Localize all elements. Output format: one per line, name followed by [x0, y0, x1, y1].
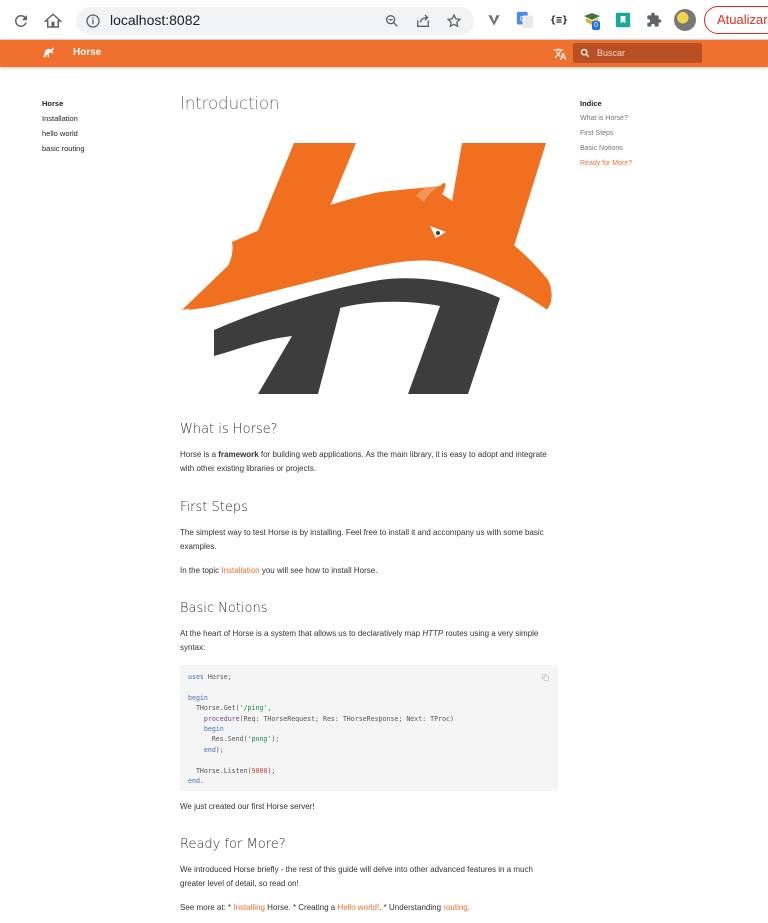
code-line-end: end. [188, 776, 550, 786]
bookmark-extension-icon[interactable] [613, 10, 633, 30]
code-line-listen: THorse.Listen(9000); [188, 766, 550, 776]
hello-world-link[interactable]: Hello world! [337, 903, 379, 912]
code-get-path: '/ping' [239, 704, 268, 713]
code-line-blank-2 [188, 755, 550, 765]
code-block: uses Horse; begin THorse.Get('/ping', pr… [180, 665, 558, 791]
nav-item-hello-world[interactable]: hello world [42, 126, 85, 141]
share-icon[interactable] [415, 13, 431, 29]
code-line-inner-begin: begin [188, 724, 550, 734]
after-code-paragraph: We just created our first Horse server! [180, 802, 315, 811]
see-more-mid-2: . * Understanding [379, 903, 444, 912]
nav-item-installation[interactable]: Installation [42, 111, 85, 126]
what-text-before: Horse is a [180, 450, 219, 459]
page-title: Introduction [180, 94, 280, 114]
star-icon[interactable] [446, 13, 462, 29]
code-uses-kw: uses [188, 673, 204, 681]
first-p2-after: you will see how to install Horse. [259, 566, 378, 575]
puzzle-icon[interactable] [644, 10, 664, 30]
first-steps-paragraph-2: In the topic Installation you will see h… [180, 564, 560, 578]
toc-item-ready-for-more[interactable]: Ready for More? [580, 156, 632, 171]
code-inner-end: end [188, 745, 216, 754]
brand-title[interactable]: Horse [73, 47, 101, 58]
search-placeholder: Buscar [597, 48, 626, 58]
browser-toolbar: localhost:8082 G {≡} 0 Atualizar [0, 0, 768, 40]
code-end: end. [188, 776, 204, 785]
url-text: localhost:8082 [110, 12, 201, 28]
reload-icon[interactable] [10, 10, 32, 32]
code-send-end: ); [271, 735, 280, 744]
first-steps-paragraph-1: The simplest way to test Horse is by ins… [180, 528, 544, 551]
heading-ready-for-more: Ready for More? [180, 837, 286, 852]
vivaldi-extension-icon[interactable] [484, 10, 504, 30]
info-icon[interactable] [85, 13, 101, 29]
first-p2-before: In the topic [180, 566, 222, 575]
code-inner-end-rest: ); [215, 745, 224, 754]
code-inner-begin: begin [188, 724, 224, 733]
search-input[interactable]: Buscar [573, 43, 702, 63]
translate-icon[interactable] [553, 47, 567, 61]
code-line-begin: begin [188, 693, 550, 703]
installation-link[interactable]: Installation [221, 566, 259, 575]
table-of-contents: Indice What is Horse? First Steps Basic … [580, 96, 632, 171]
extension-badge: 0 [592, 21, 600, 30]
installing-link[interactable]: Installing [233, 903, 265, 912]
heading-first-steps: First Steps [180, 500, 248, 515]
ready-paragraph-1: We introduced Horse briefly - the rest o… [180, 865, 533, 888]
code-get-call: THorse.Get( [188, 704, 240, 713]
nav-item-horse[interactable]: Horse [42, 96, 85, 111]
update-button[interactable]: Atualizar [704, 6, 768, 34]
toc-item-first-steps[interactable]: First Steps [580, 126, 632, 141]
address-bar[interactable]: localhost:8082 [76, 7, 474, 35]
code-line-get: THorse.Get('/ping', [188, 703, 550, 713]
horse-logo-image [182, 143, 552, 394]
basic-p-before: At the heart of Horse is a system that a… [180, 629, 423, 638]
zoom-icon[interactable] [384, 13, 400, 29]
routing-link[interactable]: routing [443, 903, 467, 912]
horse-logo [180, 140, 558, 396]
what-is-horse-paragraph: Horse is a framework for building web ap… [180, 448, 560, 476]
toc-item-basic-notions[interactable]: Basic Notions [580, 141, 632, 156]
heading-basic-notions: Basic Notions [180, 601, 268, 616]
toc-title: Indice [580, 99, 602, 108]
profile-avatar[interactable] [674, 9, 696, 31]
code-line-blank-1 [188, 682, 550, 692]
code-begin: begin [188, 693, 208, 702]
ready-see-more-paragraph: See more at: * Installing Horse. * Creat… [180, 901, 560, 915]
code-get-comma: , [267, 704, 272, 713]
see-more-end: . [467, 903, 470, 912]
see-more-mid-1: Horse. * Creating a [264, 903, 338, 912]
basic-notions-paragraph: At the heart of Horse is a system that a… [180, 627, 560, 655]
code-send-arg: 'pong' [247, 735, 272, 744]
code-line-procedure: procedure(Req: THorseRequest; Res: THors… [188, 714, 550, 724]
code-line-send: Res.Send('pong'); [188, 734, 550, 744]
code-procedure-rest: (Req: THorseRequest; Res: THorseResponse… [239, 714, 454, 723]
home-icon[interactable] [42, 10, 64, 32]
code-procedure-kw: procedure [188, 714, 240, 723]
toc-item-what-is-horse[interactable]: What is Horse? [580, 111, 632, 126]
what-bold-framework: framework [218, 450, 259, 459]
code-listen-port: 9000 [251, 766, 268, 775]
heading-what-is-horse: What is Horse? [180, 422, 278, 437]
code-listen-end: ); [267, 766, 276, 775]
see-more-text: See more at: * [180, 903, 234, 912]
code-send-call: Res.Send( [188, 735, 248, 744]
main-content: Introduction What is Horse? Horse is a f… [180, 94, 560, 912]
copy-icon[interactable] [541, 673, 550, 682]
left-nav: Horse Installation hello world basic rou… [42, 96, 85, 156]
code-listen-call: THorse.Listen( [188, 766, 252, 775]
translate-extension-icon[interactable]: G [515, 10, 535, 30]
basic-p-http: HTTP [422, 629, 444, 638]
search-icon [580, 48, 590, 58]
horse-logo-icon[interactable] [42, 46, 56, 60]
badge-extension-icon[interactable]: 0 [582, 10, 602, 30]
code-uses-rest: Horse; [203, 673, 232, 681]
json-extension-icon[interactable]: {≡} [549, 10, 569, 30]
code-line-inner-end: end); [188, 745, 550, 755]
code-line-uses: uses Horse; [188, 672, 550, 682]
nav-item-basic-routing[interactable]: basic routing [42, 141, 85, 156]
svg-text:G: G [520, 14, 526, 23]
